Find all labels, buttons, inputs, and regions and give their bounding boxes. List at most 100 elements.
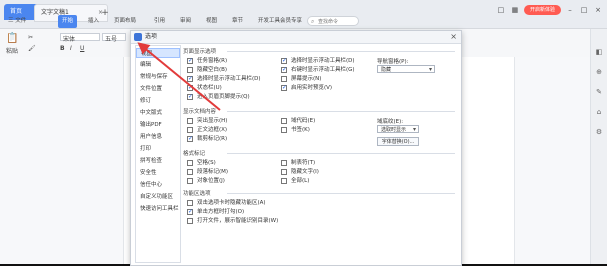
options-nav: 视图 编辑 常规与保存 文件位置 修订 中文版式 输出PDF 用户信息 打印 拼… [135, 45, 181, 263]
nav-item-customize-ribbon[interactable]: 自定义功能区 [136, 192, 180, 202]
command-search-placeholder: 查找命令 [318, 19, 339, 25]
nav-item-file-location[interactable]: 文件位置 [136, 84, 180, 94]
cut-icon[interactable]: ✂ [28, 34, 33, 41]
checkbox-highlight[interactable]: 突出显示(H) [187, 117, 227, 125]
font-size-select[interactable]: 五号 [102, 33, 126, 43]
checkbox-crop-marks[interactable]: 裁剪标记(R) [187, 135, 227, 143]
checkbox-tabs[interactable]: 制表符(T) [281, 159, 315, 167]
ribbon-tab-insert[interactable]: 插入 [84, 15, 103, 28]
checkbox-box [187, 84, 193, 92]
dialog-title: 选项 [145, 33, 158, 40]
close-window-icon[interactable]: × [593, 5, 603, 15]
file-menu[interactable]: 三 文件 [4, 15, 30, 28]
checkbox-click-box-check[interactable]: 单击方框时打勾(O) [187, 208, 244, 216]
search-icon: ⌕ [311, 18, 315, 25]
sidebar-icon[interactable]: ⚙ [594, 127, 604, 137]
bold-icon[interactable]: B [60, 45, 65, 52]
checkbox-screen-tips[interactable]: 屏幕提示(N) [281, 75, 321, 83]
window-icon[interactable]: □ [496, 5, 506, 15]
checkbox-label: 选择时显示浮动工具栏(D) [197, 76, 261, 82]
checkbox-object-position[interactable]: 对象位置(J) [187, 177, 225, 185]
checkbox-status-bar[interactable]: 状态栏(U) [187, 84, 222, 92]
ribbon-tab-reference[interactable]: 引用 [150, 15, 169, 28]
checkbox-hidden-text[interactable]: 隐藏文字(I) [281, 168, 319, 176]
sidebar-icon[interactable]: ◧ [594, 47, 604, 57]
checkbox-field-codes[interactable]: 域代码(E) [281, 117, 315, 125]
checkbox-label: 打开文件，展示智能识别目录(W) [197, 218, 279, 224]
nav-item-security[interactable]: 安全性 [136, 168, 180, 178]
checkbox-left-3[interactable]: 选择时显示浮动工具栏(D) [187, 75, 261, 83]
nav-item-trust-center[interactable]: 信任中心 [136, 180, 180, 190]
checkbox-label: 右键时显示浮动工具栏(G) [291, 67, 355, 73]
format-painter-icon[interactable]: 🖌 [28, 45, 36, 52]
nav-item-revisions[interactable]: 修订 [136, 96, 180, 106]
checkbox-floating-toolbar-select[interactable]: 选择时显示浮动工具栏(D) [281, 57, 355, 65]
ribbon-tab-member[interactable]: 会员专享 [276, 15, 306, 28]
command-search-input[interactable]: ⌕ 查找命令 [307, 16, 359, 26]
ribbon-tab-page-layout[interactable]: 页面布局 [110, 15, 140, 28]
paste-label: 粘贴 [6, 48, 19, 55]
field-shading-select[interactable]: 选取时显示 ▾ [377, 125, 419, 133]
checkbox-smart-toc[interactable]: 打开文件，展示智能识别目录(W) [187, 217, 278, 225]
sidebar-icon[interactable]: ✎ [594, 87, 604, 97]
checkbox-box [187, 160, 193, 166]
nav-pane-label: 导航窗格(P): [377, 59, 409, 65]
minimize-icon[interactable]: – [565, 5, 575, 15]
checkbox-paragraph-marks[interactable]: 段落标记(M) [187, 168, 228, 176]
nav-item-quick-access[interactable]: 快速访问工具栏 [136, 204, 180, 214]
ribbon-tab-start[interactable]: 开始 [58, 15, 78, 28]
checkbox-box [281, 118, 287, 124]
checkbox-text-border[interactable]: 正文边框(X) [187, 126, 227, 134]
nav-item-print[interactable]: 打印 [136, 144, 180, 154]
maximize-icon[interactable]: □ [579, 5, 589, 15]
ribbon-tab-section[interactable]: 章节 [228, 15, 247, 28]
checkbox-box [281, 178, 287, 184]
checkbox-label: 突出显示(H) [197, 118, 228, 124]
checkbox-label: 空格(S) [197, 160, 216, 166]
font-size-value: 五号 [105, 36, 118, 43]
checkbox-box [187, 75, 193, 83]
nav-item-general-save[interactable]: 常规与保存 [136, 72, 180, 82]
font-replace-button[interactable]: 字体替换(O)... [377, 137, 419, 146]
nav-item-view[interactable]: 视图 [136, 48, 180, 58]
ribbon-tab-view[interactable]: 视图 [202, 15, 221, 28]
nav-item-spellcheck[interactable]: 拼写检查 [136, 156, 180, 166]
grid-icon[interactable]: ▦ [510, 5, 520, 15]
paste-icon[interactable]: 📋 [6, 33, 18, 44]
nav-item-output-pdf[interactable]: 输出PDF [136, 120, 180, 130]
nav-item-edit[interactable]: 编辑 [136, 60, 180, 70]
sidebar-icon[interactable]: ⌂ [594, 107, 604, 117]
section-divider [227, 193, 455, 194]
checkbox-box [187, 208, 193, 216]
field-shading-label: 域底纹(E): [377, 119, 404, 125]
section-title: 格式标记 [183, 151, 206, 157]
checkbox-spaces[interactable]: 空格(S) [187, 159, 216, 167]
checkbox-label: 隐藏文字(I) [291, 169, 319, 175]
checkbox-box [187, 135, 193, 143]
new-experience-button[interactable]: 开启新体验 [523, 5, 561, 15]
options-dialog: 选项 × 视图 编辑 常规与保存 文件位置 修订 中文版式 输出PDF 用户信息… [130, 30, 462, 266]
ribbon-tab-review[interactable]: 审阅 [176, 15, 195, 28]
checkbox-all-marks[interactable]: 全部(L) [281, 177, 309, 185]
checkbox-label: 进入页眉页脚提示(Q) [197, 94, 250, 100]
nav-item-chinese-layout[interactable]: 中文版式 [136, 108, 180, 118]
underline-icon[interactable]: U [80, 45, 84, 52]
font-family-select[interactable]: 宋体 [60, 33, 100, 43]
italic-icon[interactable]: I [70, 45, 72, 52]
wps-writer-window: 首页 文字文稿1 × + □ ▦ 开启新体验 – □ × 三 文件 开始 插入 … [0, 0, 607, 266]
checkbox-hide-ribbon-dblclick[interactable]: 双击选项卡时隐藏功能区(A) [187, 199, 266, 207]
sidebar-icon[interactable]: ⊕ [594, 67, 604, 77]
dialog-close-icon[interactable]: × [450, 31, 457, 43]
checkbox-box [281, 76, 287, 82]
section-title: 功能区选项 [183, 191, 211, 197]
chevron-down-icon: ▾ [412, 126, 416, 133]
checkbox-header-footer-tip[interactable]: 进入页眉页脚提示(Q) [187, 93, 250, 101]
checkbox-hide-blank[interactable]: 隐藏空白(B) [187, 66, 227, 74]
checkbox-box [187, 93, 193, 101]
checkbox-bookmarks[interactable]: 书签(K) [281, 126, 310, 134]
nav-pane-select[interactable]: 隐藏 ▾ [377, 65, 435, 73]
checkbox-live-preview[interactable]: 启用实时预览(V) [281, 84, 332, 92]
nav-item-user-info[interactable]: 用户信息 [136, 132, 180, 142]
checkbox-task-pane[interactable]: 任务窗格(R) [187, 57, 227, 65]
checkbox-floating-toolbar-rightclick[interactable]: 右键时显示浮动工具栏(G) [281, 66, 355, 74]
